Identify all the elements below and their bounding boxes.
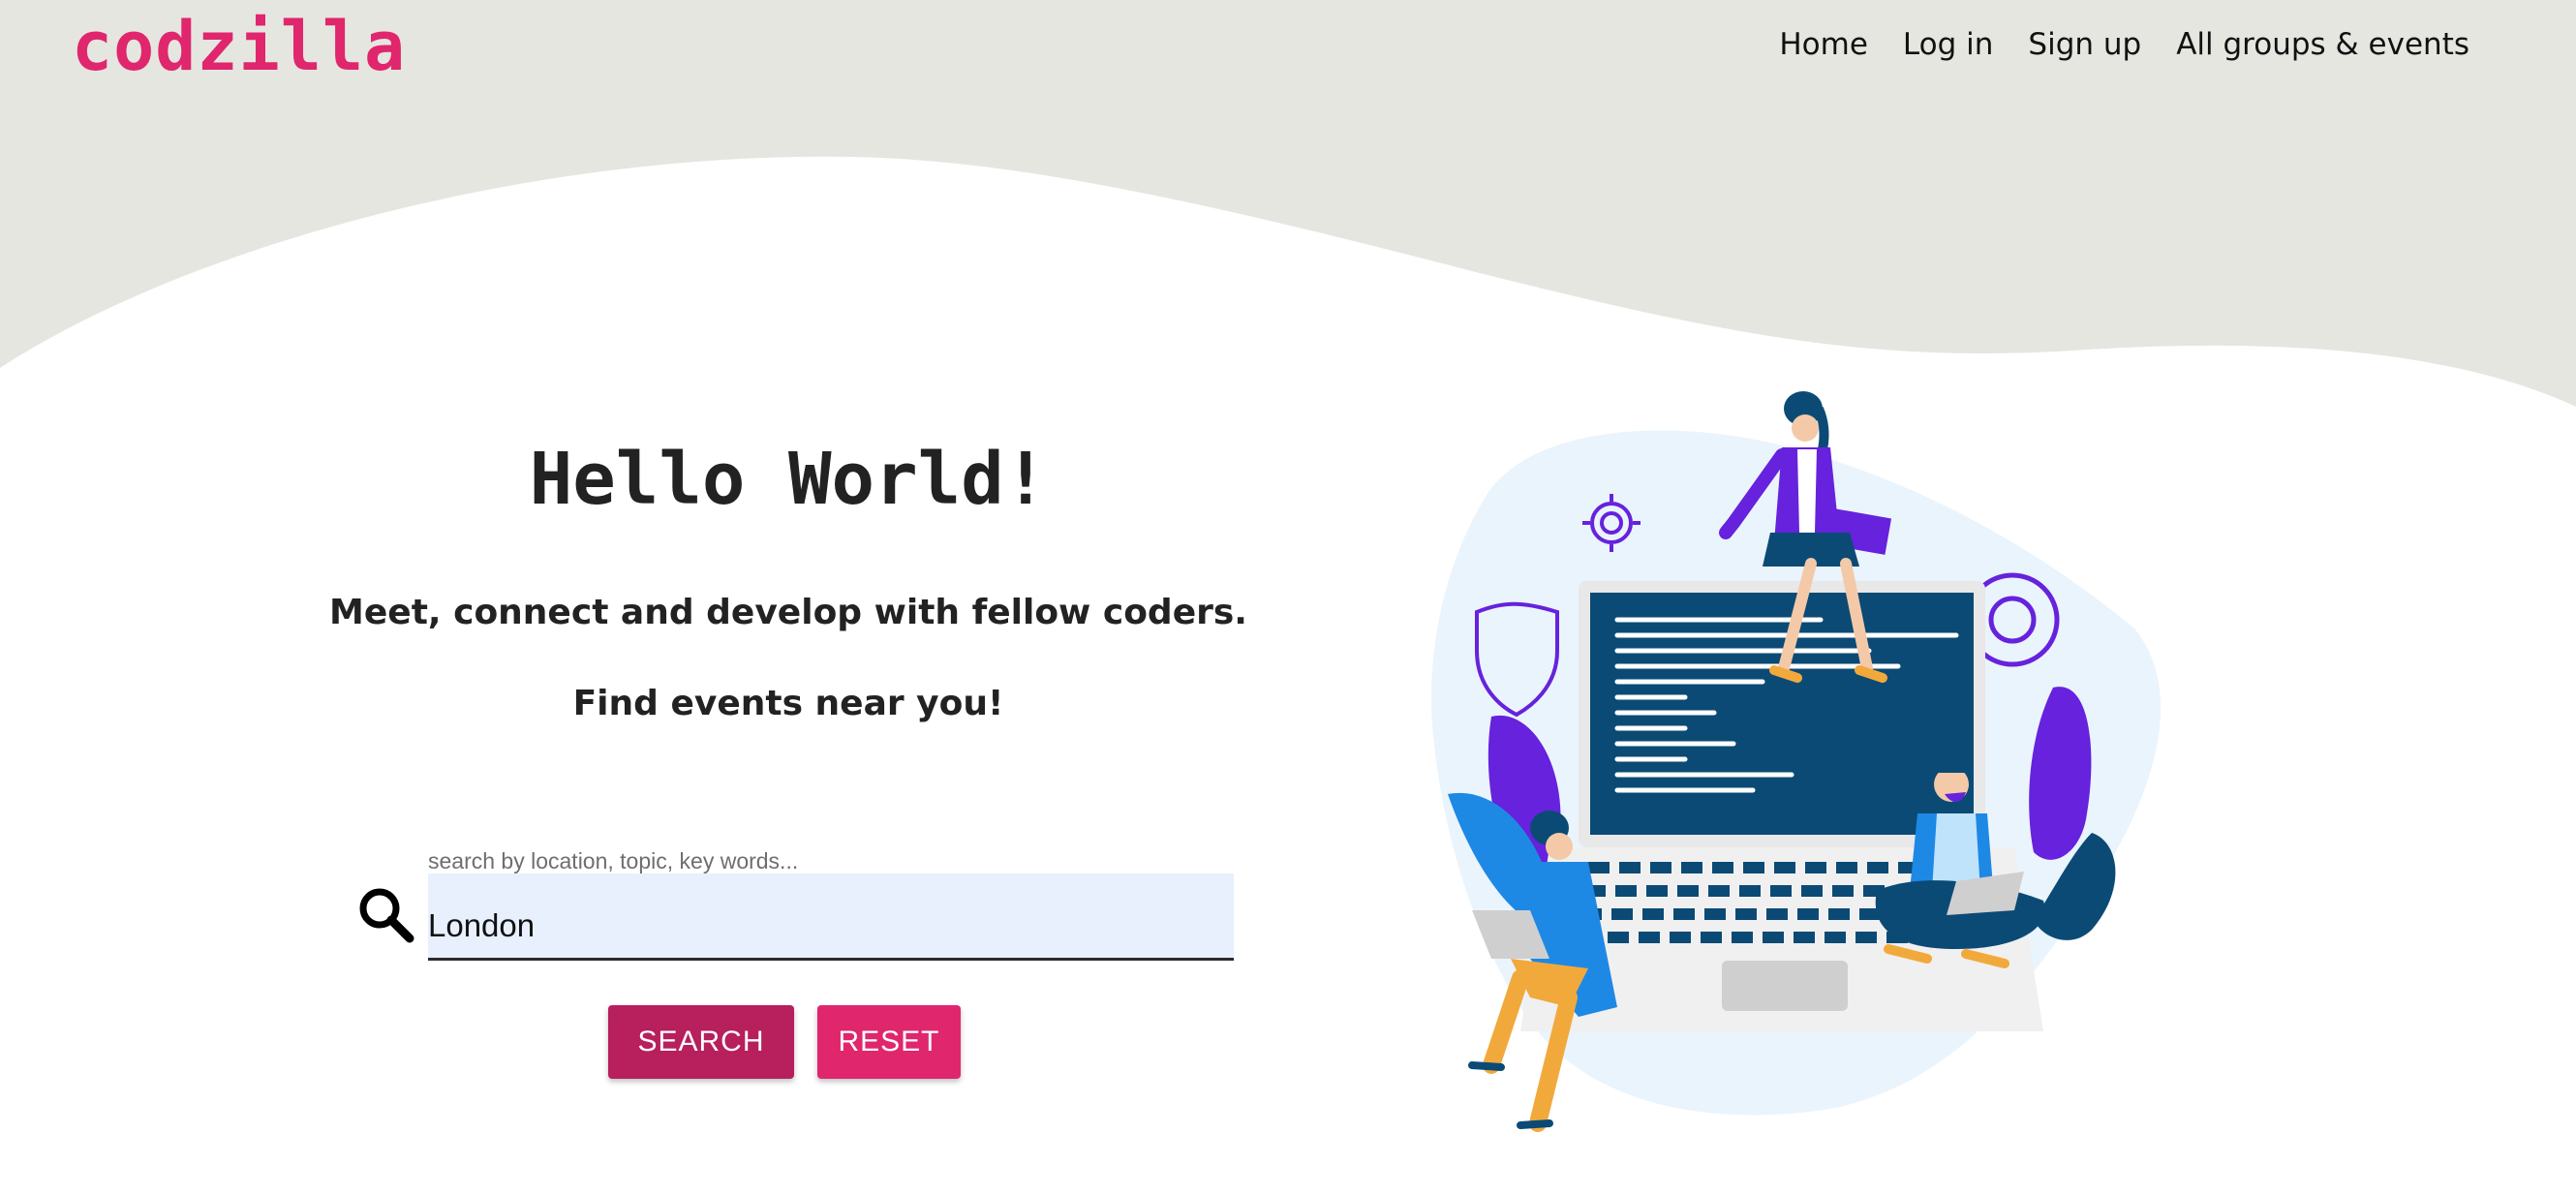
- top-nav: Home Log in Sign up All groups & events: [1779, 21, 2469, 68]
- hero-title: Hello World!: [529, 438, 1048, 521]
- search-field: search by location, topic, key words...: [349, 844, 1240, 970]
- nav-all-groups-events[interactable]: All groups & events: [2176, 21, 2469, 68]
- brand-logo[interactable]: codzilla: [72, 10, 406, 83]
- nav-signup[interactable]: Sign up: [2028, 21, 2141, 68]
- laptop-trackpad: [1722, 961, 1848, 1011]
- search-icon: [359, 888, 414, 943]
- hero-tagline: Meet, connect and develop with fellow co…: [329, 593, 1247, 632]
- nav-home[interactable]: Home: [1779, 21, 1868, 68]
- search-input[interactable]: [428, 873, 1234, 961]
- search-label: search by location, topic, key words...: [428, 848, 799, 873]
- search-button[interactable]: SEARCH: [608, 1005, 794, 1079]
- page: codzilla Home Log in Sign up All groups …: [0, 0, 2576, 1195]
- nav-login[interactable]: Log in: [1903, 21, 1993, 68]
- reset-button[interactable]: RESET: [817, 1005, 961, 1079]
- developers-laptop-illustration: [1431, 391, 2162, 1132]
- hero-subtagline: Find events near you!: [572, 684, 1004, 723]
